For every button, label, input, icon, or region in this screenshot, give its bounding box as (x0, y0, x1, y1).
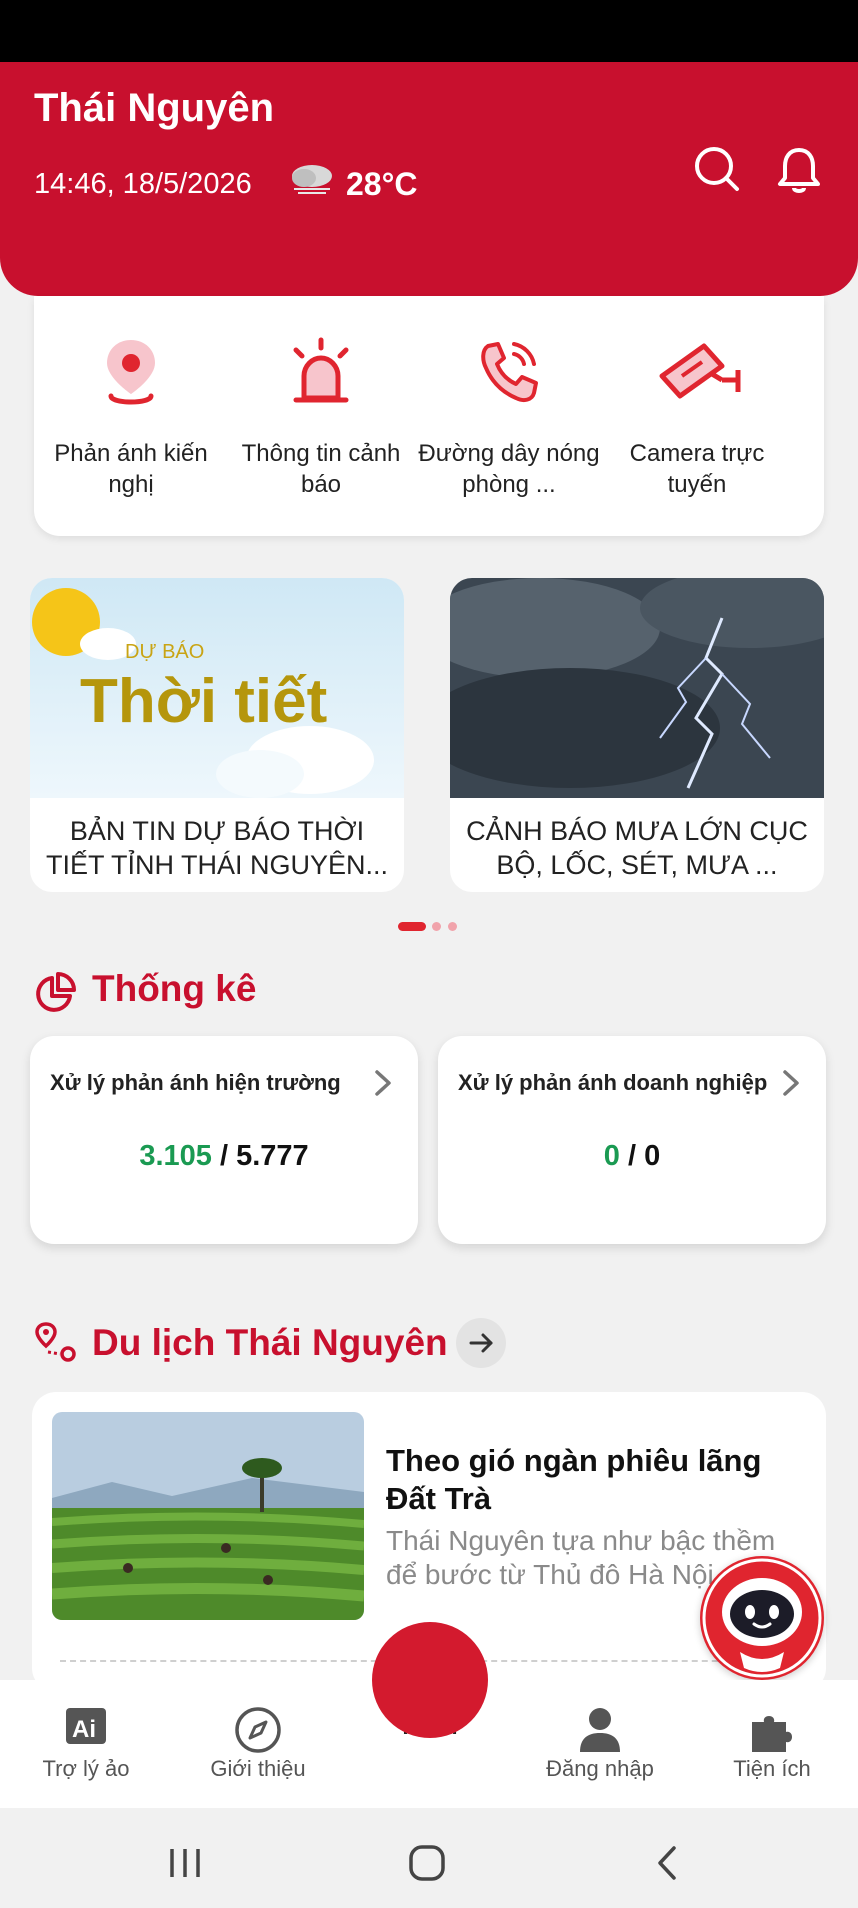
tourism-see-all-button[interactable] (456, 1318, 506, 1368)
quick-action-label: Đường dây nóng phòng ... (418, 440, 600, 498)
city-name[interactable]: Thái Nguyên (34, 86, 274, 131)
stat-value: 3.105 / 5.777 (139, 1140, 309, 1172)
temperature: 28°C (346, 166, 418, 202)
stat-value: 0 / 0 (603, 1140, 661, 1172)
robot-assistant-icon (702, 1558, 822, 1678)
quick-action-hotline[interactable]: Đường dây nóng phòng ... (416, 296, 602, 536)
carousel-dot (448, 922, 457, 931)
stat-card-field-feedback[interactable]: Xử lý phản ánh hiện trường 3.105 / 5.777 (30, 1036, 418, 1244)
news-title: BẢN TIN DỰ BÁO THỜI TIẾT TỈNH THÁI NGUYÊ… (45, 816, 389, 880)
search-icon[interactable] (692, 144, 742, 194)
news-image-lightning-storm (450, 578, 824, 798)
status-bar (0, 0, 858, 62)
tourism-title: Du lịch Thái Nguyên (92, 1322, 448, 1363)
chatbot-button[interactable] (700, 1556, 824, 1680)
nav-label: Giới thiệu (210, 1756, 306, 1781)
carousel-dot-active (398, 922, 426, 931)
stat-title: Xử lý phản ánh hiện trường (50, 1070, 341, 1095)
back-icon[interactable] (652, 1844, 682, 1882)
location-pin-icon (107, 340, 155, 405)
news-card-weather[interactable]: DỰ BÁO Thời tiết BẢN TIN DỰ BÁO THỜI TIẾ… (30, 578, 404, 892)
tourism-article-title: Theo gió ngàn phiêu lãng Đất Trà (386, 1443, 762, 1516)
current-datetime: 14:46, 18/5/2026 (34, 168, 252, 200)
arrow-right-icon (469, 1333, 493, 1353)
nav-item-about[interactable]: Giới thiệu (172, 1680, 344, 1808)
nav-item-login[interactable]: Đăng nhập (514, 1680, 686, 1808)
puzzle-icon (752, 1716, 792, 1752)
carousel-dot (432, 922, 441, 931)
nav-item-assistant[interactable]: Ai Trợ lý ảo (0, 1680, 172, 1808)
user-icon (580, 1708, 620, 1752)
pie-chart-icon (36, 972, 76, 1012)
statistics-title: Thống kê (92, 968, 257, 1009)
bell-icon[interactable] (772, 144, 826, 198)
svg-text:DỰ BÁO: DỰ BÁO (125, 640, 204, 663)
system-navigation-bar (0, 1808, 858, 1908)
news-title: CẢNH BÁO MƯA LỚN CỤC BỘ, LỐC, SÉT, MƯA .… (466, 816, 808, 880)
quick-action-feedback[interactable]: Phản ánh kiến nghị (38, 296, 224, 536)
quick-actions-card: Phản ánh kiến nghị Thông tin cảnh báo Đư… (34, 296, 824, 536)
cctv-camera-icon (659, 343, 741, 399)
svg-text:Thời tiết: Thời tiết (80, 667, 327, 736)
quick-action-label: Thông tin cảnh báo (241, 440, 401, 498)
chevron-right-icon (375, 1070, 391, 1096)
news-card-storm[interactable]: CẢNH BÁO MƯA LỚN CỤC BỘ, LỐC, SÉT, MƯA .… (450, 578, 824, 892)
ai-assistant-icon: Ai (66, 1708, 106, 1744)
nav-label: Trợ lý ảo (42, 1756, 130, 1781)
chevron-right-icon (783, 1070, 799, 1096)
compass-icon (235, 1707, 281, 1753)
nav-label: Tiện ích (733, 1756, 811, 1781)
phone-call-icon (481, 342, 538, 403)
map-route-icon (35, 1322, 76, 1362)
quick-action-camera[interactable]: Camera trực tuyến (604, 296, 790, 536)
quick-action-label: Camera trực tuyến (629, 440, 765, 498)
cloud-storm-icon (292, 165, 332, 194)
home-icon[interactable] (408, 1844, 446, 1882)
tea-plantation-image (52, 1412, 364, 1620)
siren-icon (293, 337, 349, 403)
quick-action-warning[interactable]: Thông tin cảnh báo (228, 296, 414, 536)
quick-action-label: Phản ánh kiến nghị (54, 440, 208, 498)
nav-label: Đăng nhập (546, 1756, 654, 1781)
stat-title: Xử lý phản ánh doanh nghiệp (458, 1070, 768, 1095)
emergency-button[interactable] (372, 1622, 488, 1738)
recent-apps-icon[interactable] (168, 1846, 202, 1880)
svg-text:Ai: Ai (72, 1716, 96, 1743)
stat-card-business-feedback[interactable]: Xử lý phản ánh doanh nghiệp 0 / 0 (438, 1036, 826, 1244)
nav-item-utilities[interactable]: Tiện ích (686, 1680, 858, 1808)
news-image-weather-forecast: DỰ BÁO Thời tiết (30, 578, 404, 798)
